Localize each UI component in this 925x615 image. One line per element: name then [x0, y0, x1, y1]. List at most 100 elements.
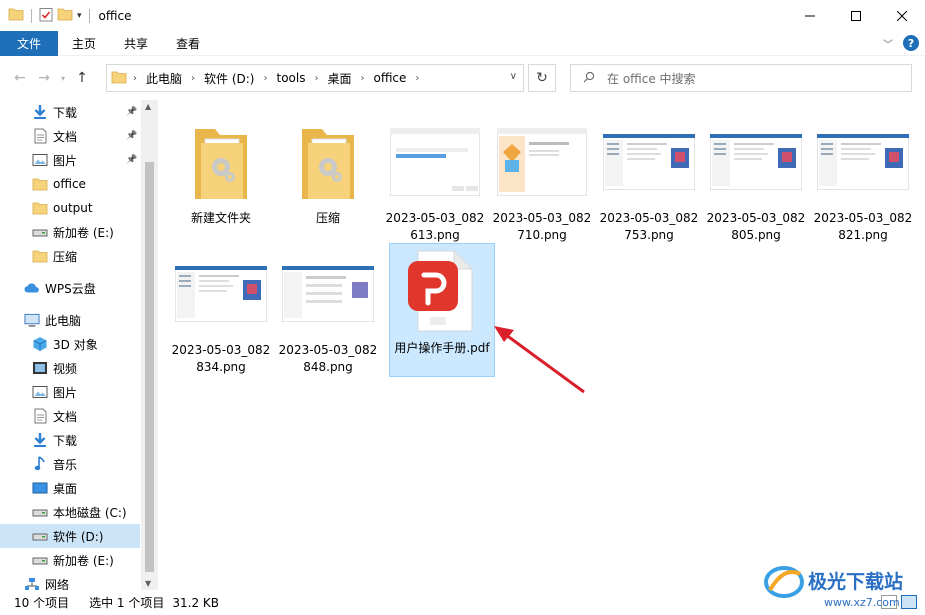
sidebar-item[interactable]: 下载 📌: [0, 100, 140, 124]
image-file-item[interactable]: 2023-05-03_082805.png: [703, 114, 809, 248]
sidebar-item-label: WPS云盘: [45, 281, 96, 296]
tab-share[interactable]: 共享: [110, 31, 162, 56]
tab-home[interactable]: 主页: [58, 31, 110, 56]
breadcrumb-item[interactable]: 此电脑: [146, 70, 182, 87]
sidebar-item-label: 桌面: [53, 481, 78, 496]
drive-icon: [32, 504, 48, 520]
chevron-right-icon[interactable]: ›: [314, 73, 318, 84]
sidebar-item[interactable]: office: [0, 172, 140, 196]
pin-icon: 📌: [126, 155, 138, 165]
recent-locations-icon[interactable]: ▾: [56, 66, 70, 90]
document-icon: [32, 408, 48, 424]
sidebar-item-label: output: [53, 201, 93, 215]
sidebar-item-label: 新加卷 (E:): [53, 225, 114, 240]
watermark-text: 极光下载站: [808, 570, 903, 593]
sidebar-item-label: 3D 对象: [53, 337, 98, 352]
sidebar-scrollbar[interactable]: ▲ ▼: [141, 100, 158, 590]
sidebar-item[interactable]: 新加卷 (E:): [0, 548, 140, 572]
sidebar-item[interactable]: output: [0, 196, 140, 220]
watermark-logo: 极光下载站 www.xz7.com: [760, 560, 920, 612]
sidebar-item[interactable]: 网络: [0, 572, 140, 590]
sidebar-item[interactable]: 音乐: [0, 452, 140, 476]
new-folder-icon[interactable]: [57, 7, 73, 24]
close-icon[interactable]: [879, 0, 925, 31]
sidebar-item[interactable]: 视频: [0, 356, 140, 380]
picture-icon: [32, 384, 48, 400]
chevron-right-icon[interactable]: ›: [415, 73, 419, 84]
sidebar-item[interactable]: 文档 📌: [0, 124, 140, 148]
sidebar-item-label: 下载: [53, 105, 78, 120]
ribbon-tabs: 文件 主页 共享 查看 ﹀ ?: [0, 30, 925, 56]
sidebar-item[interactable]: 软件 (D:): [0, 524, 140, 548]
folder-icon: [173, 114, 269, 210]
image-file-item[interactable]: 2023-05-03_082753.png: [596, 114, 702, 248]
sidebar-item[interactable]: 本地磁盘 (C:): [0, 500, 140, 524]
image-thumbnail-icon: [815, 114, 911, 210]
refresh-icon[interactable]: ↻: [528, 64, 556, 92]
address-bar[interactable]: › 此电脑 › 软件 (D:) › tools › 桌面 › office › …: [106, 64, 524, 92]
breadcrumb-item[interactable]: 桌面: [327, 70, 351, 87]
file-name: 2023-05-03_082613.png: [385, 211, 485, 242]
sidebar-item[interactable]: 桌面: [0, 476, 140, 500]
properties-icon[interactable]: [39, 7, 53, 25]
chevron-right-icon[interactable]: ›: [191, 73, 195, 84]
image-file-item[interactable]: 2023-05-03_082821.png: [810, 114, 916, 248]
sidebar-item[interactable]: WPS云盘: [0, 276, 140, 300]
chevron-right-icon[interactable]: ›: [360, 73, 364, 84]
file-name: 新建文件夹: [190, 211, 251, 225]
watermark-url: www.xz7.com: [824, 596, 900, 609]
breadcrumb-item[interactable]: office: [373, 71, 406, 85]
folder-item[interactable]: 新建文件夹: [168, 114, 274, 248]
sidebar-item-label: 文档: [53, 409, 78, 424]
tab-view[interactable]: 查看: [162, 31, 214, 56]
sidebar-item[interactable]: 压缩: [0, 244, 140, 268]
file-name: 2023-05-03_082753.png: [599, 211, 699, 242]
folder-icon: [8, 7, 24, 24]
search-input[interactable]: 在 office 中搜索: [570, 64, 912, 92]
document-icon: [32, 128, 48, 144]
breadcrumb-item[interactable]: tools: [276, 71, 305, 85]
back-arrow-icon[interactable]: ←: [8, 66, 32, 90]
network-icon: [24, 576, 40, 590]
cube-icon: [32, 336, 48, 352]
expand-ribbon-icon[interactable]: ﹀: [883, 36, 893, 51]
folder-item[interactable]: 压缩: [275, 114, 381, 248]
customize-toolbar-icon[interactable]: ▾: [77, 11, 82, 21]
scroll-up-icon[interactable]: ▲: [145, 102, 151, 111]
drive-icon: [32, 224, 48, 240]
download-icon: [32, 104, 48, 120]
sidebar-item[interactable]: 3D 对象: [0, 332, 140, 356]
file-name: 2023-05-03_082848.png: [278, 343, 378, 374]
sidebar-item-label: 视频: [53, 361, 78, 376]
sidebar-item-label: 本地磁盘 (C:): [53, 505, 127, 520]
minimize-icon[interactable]: [787, 0, 833, 31]
sidebar-item[interactable]: 文档: [0, 404, 140, 428]
image-thumbnail-icon: [601, 114, 697, 210]
image-file-item[interactable]: 2023-05-03_082848.png: [275, 246, 381, 380]
pin-icon: 📌: [126, 131, 138, 141]
help-icon[interactable]: ?: [903, 35, 919, 51]
folder-icon: [111, 70, 127, 87]
folder-icon: [280, 114, 376, 210]
image-file-item[interactable]: 2023-05-03_082834.png: [168, 246, 274, 380]
sidebar-item[interactable]: 下载: [0, 428, 140, 452]
chevron-right-icon[interactable]: ›: [133, 73, 137, 84]
up-arrow-icon[interactable]: ↑: [70, 66, 94, 90]
sidebar-item[interactable]: 图片 📌: [0, 148, 140, 172]
forward-arrow-icon[interactable]: →: [32, 66, 56, 90]
sidebar-item[interactable]: 图片: [0, 380, 140, 404]
navigation-pane: 下载 📌 文档 📌 图片 📌 office output 新加卷 (E:) 压缩 WPS云盘 此电脑 3…: [0, 100, 158, 590]
maximize-icon[interactable]: [833, 0, 879, 31]
scroll-down-icon[interactable]: ▼: [145, 579, 151, 588]
scrollbar-thumb[interactable]: [145, 162, 154, 572]
sidebar-item[interactable]: 新加卷 (E:): [0, 220, 140, 244]
window-title: office: [98, 8, 132, 23]
tab-file[interactable]: 文件: [0, 30, 58, 56]
breadcrumb-item[interactable]: 软件 (D:): [204, 70, 254, 87]
chevron-right-icon[interactable]: ›: [263, 73, 267, 84]
image-file-item[interactable]: 2023-05-03_082710.png: [489, 114, 595, 248]
selection-count: 选中 1 个项目: [89, 596, 165, 610]
image-file-item[interactable]: 2023-05-03_082613.png: [382, 114, 488, 248]
address-dropdown-icon[interactable]: ∨: [510, 71, 517, 82]
sidebar-item[interactable]: 此电脑: [0, 308, 140, 332]
